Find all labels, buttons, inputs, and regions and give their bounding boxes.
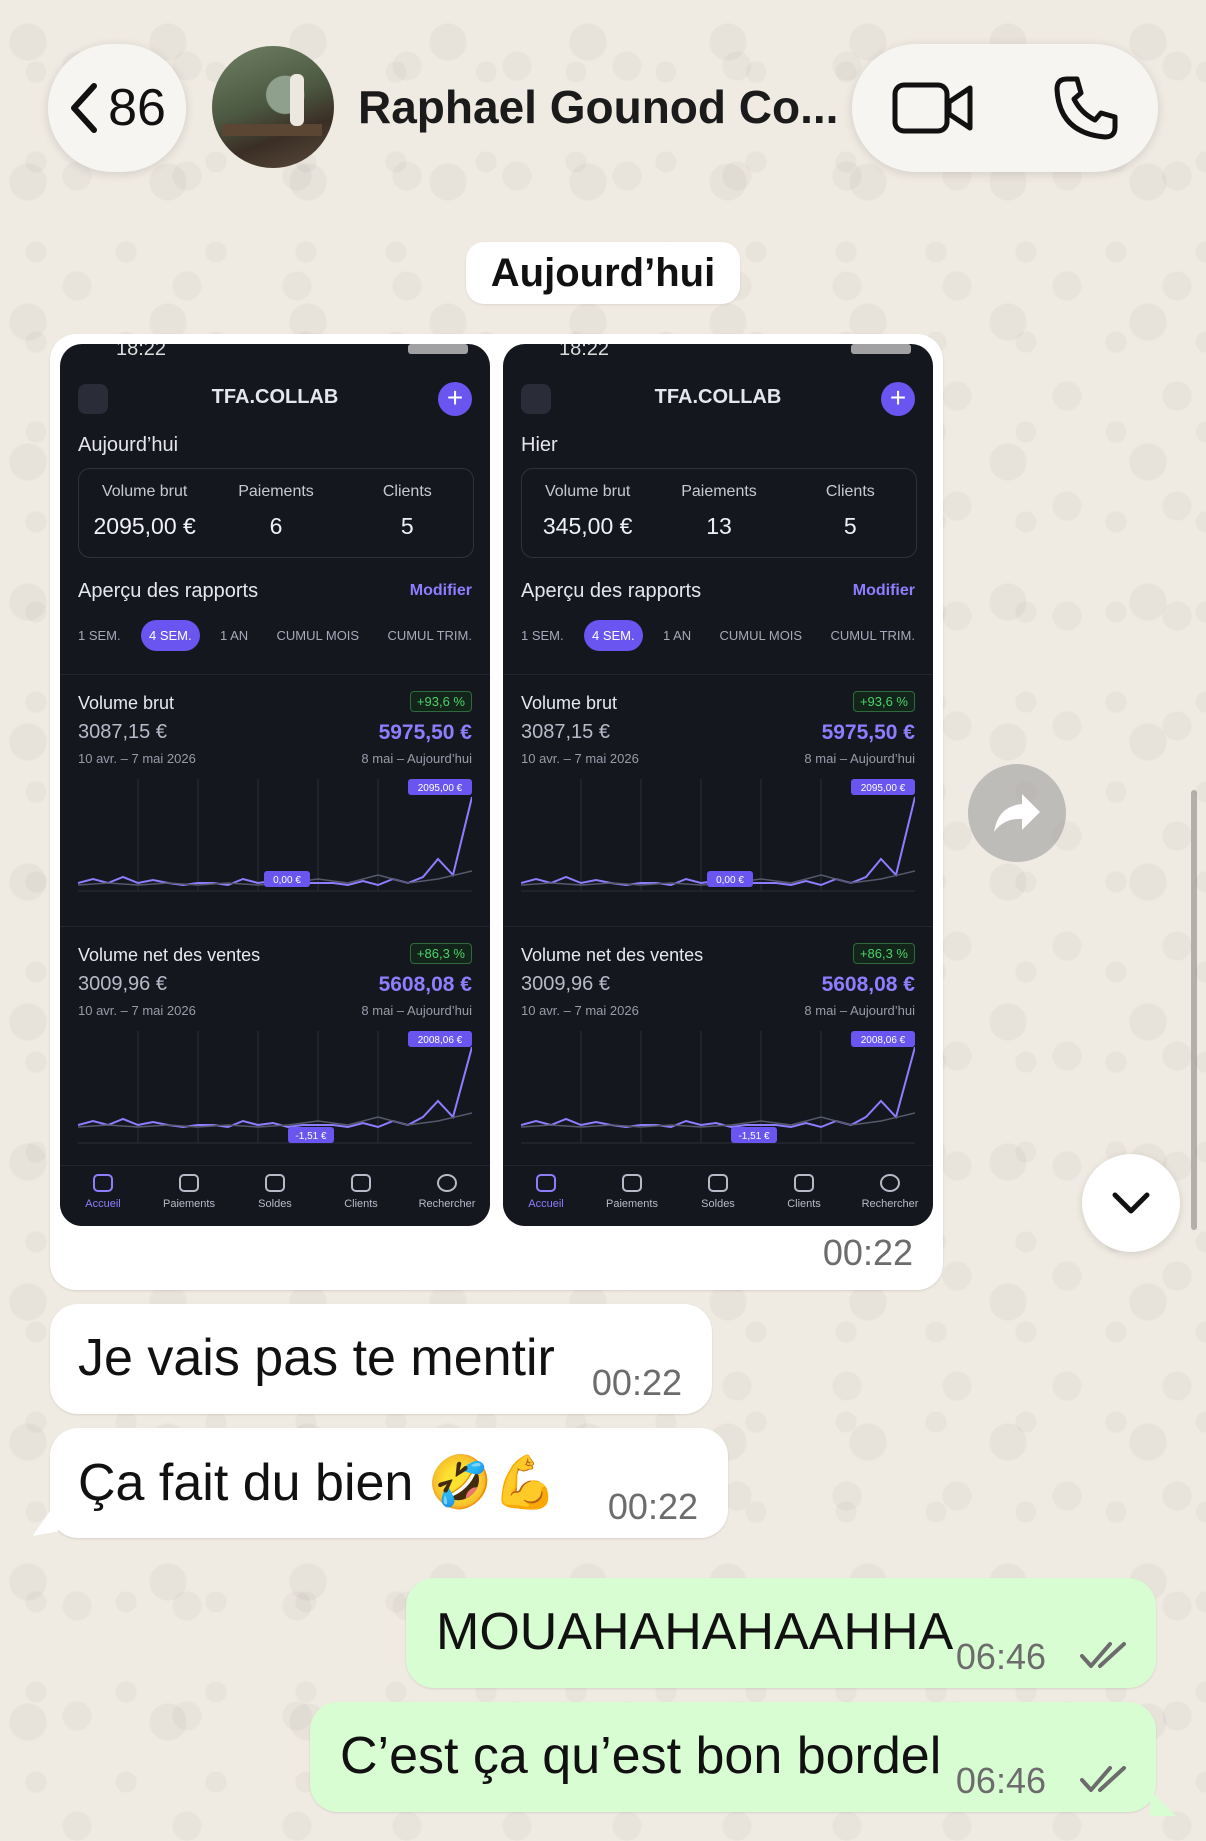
forward-button[interactable] bbox=[968, 764, 1066, 862]
period-tabs: 1 SEM. 4 SEM. 1 AN CUMUL MOIS CUMUL TRIM… bbox=[513, 620, 923, 651]
message-incoming[interactable]: Ça fait du bien 🤣💪 00:22 bbox=[50, 1428, 728, 1538]
svg-text:-1,51 €: -1,51 € bbox=[295, 1131, 327, 1142]
report-title: Aperçu des rapports bbox=[78, 580, 259, 602]
nav-rechercher: Rechercher bbox=[407, 1166, 487, 1226]
phone-call-icon[interactable] bbox=[1053, 75, 1119, 141]
svg-text:0,00 €: 0,00 € bbox=[716, 875, 744, 886]
tab-1-an: 1 AN bbox=[219, 628, 249, 643]
tab-1-sem: 1 SEM. bbox=[521, 628, 564, 643]
nav-paiements: Paiements bbox=[592, 1166, 672, 1226]
modify-link: Modifier bbox=[852, 582, 915, 599]
message-incoming[interactable]: Je vais pas te mentir 00:22 bbox=[50, 1304, 712, 1414]
bottom-nav: Accueil Paiements Soldes Clients Recherc… bbox=[503, 1165, 933, 1226]
card-volume-brut: Volume brut +93,6 % 3087,15 € 5975,50 € … bbox=[503, 674, 933, 915]
tab-cumul-trim: CUMUL TRIM. bbox=[387, 628, 472, 643]
back-button[interactable]: 86 bbox=[48, 44, 186, 172]
report-title: Aperçu des rapports bbox=[521, 580, 702, 602]
plus-icon: + bbox=[881, 382, 915, 416]
stat-clients: Clients 5 bbox=[382, 483, 432, 539]
sparkline-chart: 2095,00 € 0,00 € bbox=[78, 779, 472, 892]
stat-volume: Volume brut 2095,00 € bbox=[93, 483, 196, 539]
home-icon bbox=[93, 1174, 113, 1192]
nav-accueil: Accueil bbox=[506, 1166, 586, 1226]
day-label: Hier bbox=[521, 434, 558, 456]
users-icon bbox=[351, 1174, 371, 1192]
stat-payments: Paiements 6 bbox=[238, 483, 314, 539]
card-volume-net: Volume net des ventes +86,3 % 3009,96 € … bbox=[503, 926, 933, 1167]
modify-link: Modifier bbox=[409, 582, 472, 599]
video-call-icon[interactable] bbox=[892, 80, 974, 136]
card-volume-brut: Volume brut +93,6 % 3087,15 € 5975,50 € … bbox=[60, 674, 490, 915]
message-outgoing[interactable]: MOUAHAHAHAAHHA 06:46 bbox=[406, 1578, 1156, 1688]
tab-cumul-mois: CUMUL MOIS bbox=[276, 628, 360, 643]
stats-box: Volume brut 2095,00 € Paiements 6 Clients 5 bbox=[78, 468, 474, 558]
message-outgoing[interactable]: C’est ça qu’est bon bordel 06:46 bbox=[310, 1702, 1156, 1812]
nav-soldes: Soldes bbox=[678, 1166, 758, 1226]
users-icon bbox=[794, 1174, 814, 1192]
wallet-icon bbox=[265, 1174, 285, 1192]
scrollbar[interactable] bbox=[1191, 790, 1197, 1230]
nav-rechercher: Rechercher bbox=[850, 1166, 930, 1226]
day-label: Aujourd’hui bbox=[78, 434, 179, 456]
date-chip: Aujourd’hui bbox=[466, 242, 740, 304]
home-icon bbox=[536, 1174, 556, 1192]
stats-box: Volume brut 345,00 € Paiements 13 Clients 5 bbox=[521, 468, 917, 558]
payments-icon bbox=[179, 1174, 199, 1192]
svg-text:-1,51 €: -1,51 € bbox=[738, 1131, 770, 1142]
avatar[interactable] bbox=[212, 46, 334, 168]
nav-clients: Clients bbox=[764, 1166, 844, 1226]
tab-cumul-trim: CUMUL TRIM. bbox=[830, 628, 915, 643]
read-ticks-icon bbox=[1080, 1642, 1126, 1668]
message-time: 00:22 bbox=[822, 1232, 913, 1273]
nav-paiements: Paiements bbox=[149, 1166, 229, 1226]
tab-1-sem: 1 SEM. bbox=[78, 628, 121, 643]
chevron-down-icon bbox=[1112, 1192, 1150, 1214]
tab-4-sem: 4 SEM. bbox=[140, 620, 200, 651]
svg-text:2008,06 €: 2008,06 € bbox=[418, 1035, 463, 1046]
call-actions bbox=[852, 44, 1158, 172]
stat-payments: Paiements 13 bbox=[681, 483, 757, 539]
nav-clients: Clients bbox=[321, 1166, 401, 1226]
status-time: 18:22 bbox=[559, 344, 610, 360]
stat-clients: Clients 5 bbox=[825, 483, 875, 539]
nav-soldes: Soldes bbox=[235, 1166, 315, 1226]
screenshot-1[interactable]: 18:22 TFA.COLLAB + Aujourd’hui Volume br… bbox=[60, 344, 490, 1226]
contact-name[interactable]: Raphael Gounod Co... bbox=[358, 80, 838, 134]
plus-icon: + bbox=[438, 382, 472, 416]
payments-icon bbox=[622, 1174, 642, 1192]
image-message[interactable]: 18:22 TFA.COLLAB + Aujourd’hui Volume br… bbox=[50, 334, 943, 1290]
tab-4-sem: 4 SEM. bbox=[583, 620, 643, 651]
period-tabs: 1 SEM. 4 SEM. 1 AN CUMUL MOIS CUMUL TRIM… bbox=[70, 620, 480, 651]
stat-volume: Volume brut 345,00 € bbox=[542, 483, 633, 539]
svg-text:2095,00 €: 2095,00 € bbox=[861, 783, 906, 794]
bubble-tail bbox=[1150, 1790, 1176, 1816]
brand-title: TFA.COLLAB bbox=[211, 386, 339, 408]
status-icons bbox=[408, 344, 468, 354]
nav-accueil: Accueil bbox=[63, 1166, 143, 1226]
tab-1-an: 1 AN bbox=[662, 628, 692, 643]
sparkline-chart: 2095,00 € 0,00 € bbox=[521, 779, 915, 892]
bubble-tail bbox=[27, 1505, 59, 1537]
unread-count: 86 bbox=[108, 79, 166, 137]
scroll-to-bottom-button[interactable] bbox=[1082, 1154, 1180, 1252]
svg-text:0,00 €: 0,00 € bbox=[273, 875, 301, 886]
screenshot-2[interactable]: 18:22 TFA.COLLAB + Hier Volume brut 345,0… bbox=[503, 344, 933, 1226]
bottom-nav: Accueil Paiements Soldes Clients Recherc… bbox=[60, 1165, 490, 1226]
read-ticks-icon bbox=[1080, 1766, 1126, 1792]
tab-cumul-mois: CUMUL MOIS bbox=[719, 628, 803, 643]
svg-text:2095,00 €: 2095,00 € bbox=[418, 783, 463, 794]
svg-text:2008,06 €: 2008,06 € bbox=[861, 1035, 906, 1046]
sparkline-chart: 2008,06 € -1,51 € bbox=[78, 1031, 472, 1144]
forward-icon bbox=[994, 794, 1040, 832]
card-volume-net: Volume net des ventes +86,3 % 3009,96 € … bbox=[60, 926, 490, 1167]
wallet-icon bbox=[708, 1174, 728, 1192]
brand-title: TFA.COLLAB bbox=[654, 386, 782, 408]
search-icon bbox=[880, 1174, 900, 1192]
status-icons bbox=[851, 344, 911, 354]
status-time: 18:22 bbox=[116, 344, 167, 360]
search-icon bbox=[437, 1174, 457, 1192]
chevron-left-icon bbox=[71, 83, 98, 133]
sparkline-chart: 2008,06 € -1,51 € bbox=[521, 1031, 915, 1144]
